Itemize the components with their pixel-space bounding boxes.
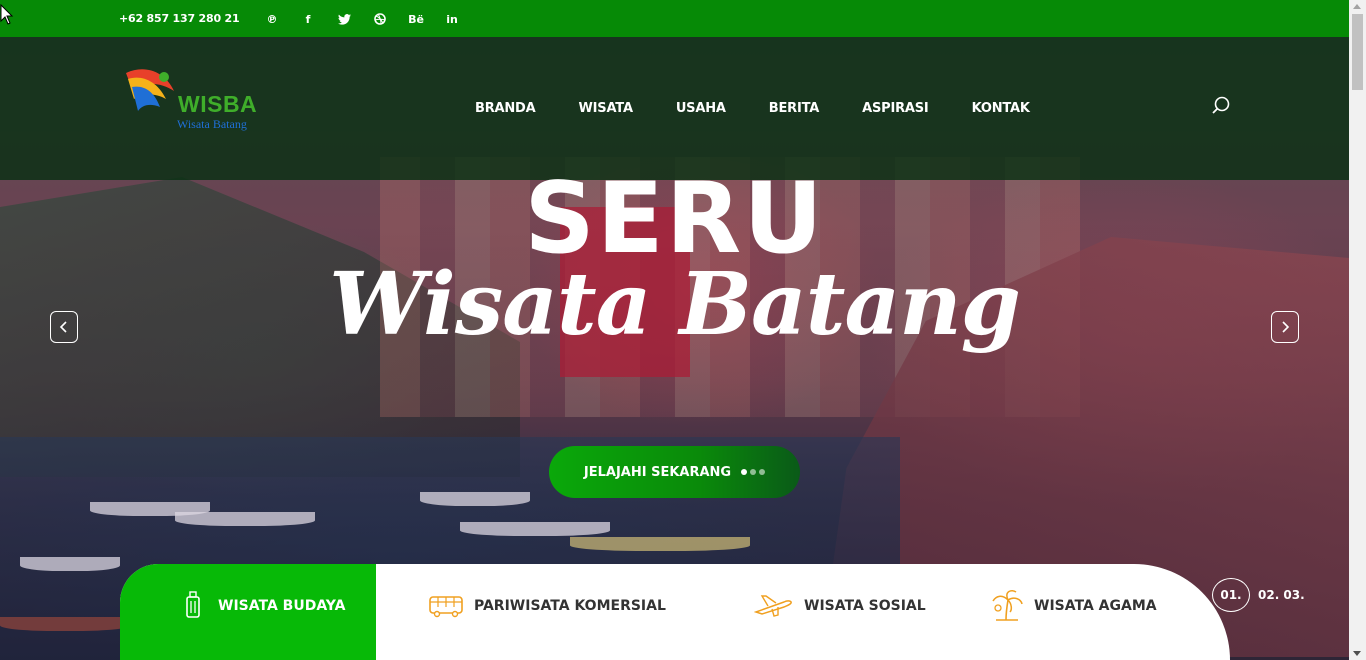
- site-header: WISBA Wisata Batang BRANDA WISATA USAHA …: [0, 37, 1349, 180]
- boat: [460, 522, 610, 536]
- pager-current[interactable]: 01.: [1212, 578, 1250, 612]
- tab-label: PARIWISATA KOMERSIAL: [474, 598, 666, 614]
- behance-icon[interactable]: Bë: [398, 11, 434, 27]
- page-scrollbar[interactable]: [1349, 0, 1366, 660]
- scroll-up-icon[interactable]: [1353, 4, 1361, 9]
- twitter-icon[interactable]: [326, 11, 362, 27]
- tab-label: WISATA BUDAYA: [218, 598, 346, 614]
- linkedin-icon[interactable]: in: [434, 11, 470, 27]
- scroll-thumb[interactable]: [1352, 14, 1363, 90]
- boat: [570, 537, 750, 551]
- dots-icon: [741, 469, 766, 475]
- boat: [175, 512, 315, 526]
- tab-pariwisata-komersial[interactable]: PARIWISATA KOMERSIAL: [376, 564, 706, 660]
- tab-label: WISATA AGAMA: [1034, 598, 1157, 614]
- pager-rest[interactable]: 02. 03.: [1258, 588, 1305, 602]
- mouse-cursor-icon: [0, 4, 14, 25]
- scroll-down-icon[interactable]: [1353, 651, 1361, 656]
- category-tabs: WISATA BUDAYA PARIWISATA KOMERSIAL WISAT…: [120, 564, 1230, 660]
- slider-prev-button[interactable]: [50, 311, 78, 343]
- logo-mark-icon: [126, 69, 174, 111]
- top-bar: +62 857 137 280 21 ℗ f Bë in: [0, 0, 1349, 37]
- search-icon[interactable]: [1210, 95, 1232, 117]
- boat: [420, 492, 530, 506]
- slider-next-button[interactable]: [1271, 311, 1299, 343]
- nav-aspirasi[interactable]: ASPIRASI: [862, 101, 929, 116]
- boat: [20, 557, 120, 571]
- tab-wisata-budaya[interactable]: WISATA BUDAYA: [120, 564, 376, 660]
- nav-kontak[interactable]: KONTAK: [972, 101, 1030, 116]
- nav-branda[interactable]: BRANDA: [475, 101, 536, 116]
- social-links: ℗ f Bë in: [254, 11, 470, 27]
- bus-icon: [429, 596, 463, 618]
- slide-pager: 01. 02. 03.: [1212, 578, 1305, 612]
- chevron-left-icon: [59, 321, 67, 333]
- airplane-icon: [754, 595, 792, 617]
- tab-wisata-sosial[interactable]: WISATA SOSIAL: [706, 564, 966, 660]
- explore-button[interactable]: JELAJAHI SEKARANG: [549, 446, 800, 498]
- hero-script-title: Wisata Batang: [329, 254, 1021, 355]
- nav-berita[interactable]: BERITA: [769, 101, 820, 116]
- nav-wisata[interactable]: WISATA: [579, 101, 634, 116]
- pinterest-icon[interactable]: ℗: [254, 11, 290, 27]
- dribbble-icon[interactable]: [362, 11, 398, 27]
- logo-text: WISBA: [178, 91, 258, 117]
- boat: [0, 617, 130, 631]
- nav-usaha[interactable]: USAHA: [676, 101, 726, 116]
- main-nav: BRANDA WISATA USAHA BERITA ASPIRASI KONT…: [475, 101, 1073, 116]
- facebook-icon[interactable]: f: [290, 11, 326, 27]
- palm-tree-icon: [992, 589, 1023, 621]
- logo-subtitle: Wisata Batang: [177, 117, 247, 131]
- luggage-icon: [186, 591, 200, 618]
- chevron-right-icon: [1282, 321, 1290, 333]
- tab-wisata-agama[interactable]: WISATA AGAMA: [966, 564, 1157, 660]
- explore-button-label: JELAJAHI SEKARANG: [583, 464, 732, 480]
- tab-label: WISATA SOSIAL: [804, 598, 926, 614]
- phone-number[interactable]: +62 857 137 280 21: [119, 12, 240, 25]
